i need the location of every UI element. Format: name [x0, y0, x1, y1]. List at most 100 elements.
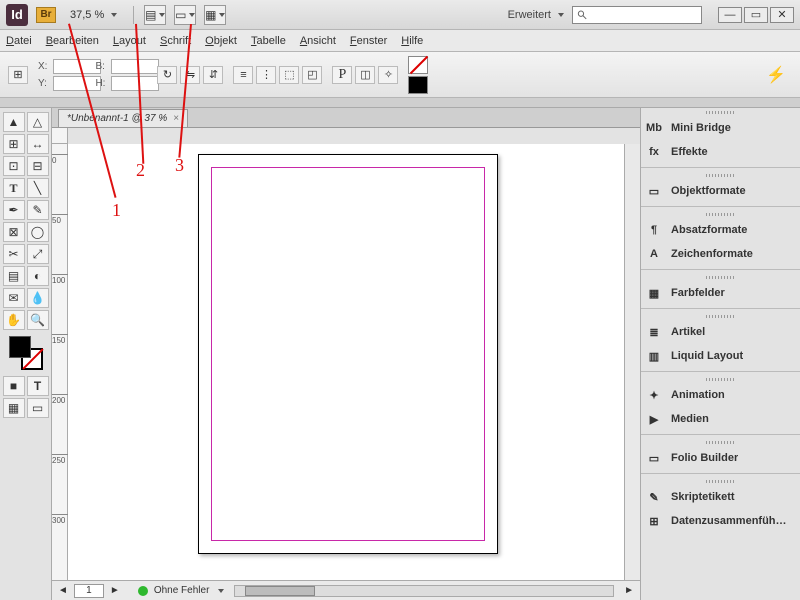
panel-grip[interactable] — [641, 312, 800, 320]
panel-effekte[interactable]: fxEffekte — [641, 140, 800, 164]
panel-grip[interactable] — [641, 210, 800, 218]
distribute-icon[interactable]: ⋮ — [256, 66, 276, 84]
panel-datenzusammen[interactable]: ⊞Datenzusammenfüh… — [641, 509, 800, 533]
panel-grip[interactable] — [641, 108, 800, 116]
content-collector-tool[interactable]: ⊡ — [3, 156, 25, 176]
ruler-origin[interactable] — [52, 128, 68, 144]
rotate-icon[interactable]: ↻ — [157, 66, 177, 84]
panel-objektformate[interactable]: ▭Objektformate — [641, 179, 800, 203]
w-field[interactable] — [111, 59, 159, 74]
rectangle-frame-tool[interactable]: ⊠ — [3, 222, 25, 242]
workspace-switcher[interactable]: Erweitert — [508, 9, 564, 21]
note-tool[interactable]: ✉ — [3, 288, 25, 308]
canvas[interactable] — [68, 144, 624, 580]
p-icon[interactable]: P — [332, 66, 352, 84]
maximize-button[interactable]: ▭ — [744, 7, 768, 23]
chevron-down-icon[interactable] — [218, 589, 224, 593]
content-placer-tool[interactable]: ⊟ — [27, 156, 49, 176]
line-tool[interactable]: ╲ — [27, 178, 49, 198]
panel-absatzformate[interactable]: ¶Absatzformate — [641, 218, 800, 242]
panel-foliobuilder[interactable]: ▭Folio Builder — [641, 446, 800, 470]
panel-minibridge[interactable]: MbMini Bridge — [641, 116, 800, 140]
scroll-right-icon[interactable]: ► — [624, 585, 634, 596]
flip-v-icon[interactable]: ⇵ — [203, 66, 223, 84]
pencil-tool[interactable]: ✎ — [27, 200, 49, 220]
tab-close-icon[interactable]: × — [173, 113, 179, 124]
apply-color-button[interactable]: ■ — [3, 376, 25, 396]
panel-medien[interactable]: ▶Medien — [641, 407, 800, 431]
menu-fenster[interactable]: Fenster — [350, 35, 387, 47]
gradient-feather-tool[interactable]: ◐ — [27, 266, 49, 286]
page-tool[interactable]: ⊞ — [3, 134, 25, 154]
menu-datei[interactable]: Datei — [6, 35, 32, 47]
eyedropper-tool[interactable]: 💧 — [27, 288, 49, 308]
menu-layout[interactable]: Layout — [113, 35, 146, 47]
panel-liquidlayout[interactable]: ▥Liquid Layout — [641, 344, 800, 368]
page-next-icon[interactable]: ► — [110, 585, 120, 596]
page-number-field[interactable]: 1 — [74, 584, 104, 598]
panel-grip[interactable] — [641, 438, 800, 446]
panel-zeichenformate[interactable]: AZeichenformate — [641, 242, 800, 266]
corner-icon[interactable]: ◰ — [302, 66, 322, 84]
collapse-strip[interactable] — [0, 98, 800, 108]
panel-animation[interactable]: ✦Animation — [641, 383, 800, 407]
search-field[interactable] — [592, 9, 697, 20]
panel-artikel[interactable]: ≣Artikel — [641, 320, 800, 344]
fill-stroke-swatch[interactable] — [9, 336, 43, 370]
hand-tool[interactable]: ✋ — [3, 310, 25, 330]
direct-selection-tool[interactable]: △ — [27, 112, 49, 132]
fill-black-icon[interactable] — [408, 76, 428, 94]
preview-button[interactable]: ▭ — [27, 398, 49, 418]
wrap-icon[interactable]: ⬚ — [279, 66, 299, 84]
gradient-swatch-tool[interactable]: ▤ — [3, 266, 25, 286]
search-input[interactable] — [572, 6, 702, 24]
y-field[interactable] — [53, 76, 101, 91]
page[interactable] — [198, 154, 498, 554]
horizontal-scrollbar[interactable] — [234, 585, 614, 597]
scissors-tool[interactable]: ✂ — [3, 244, 25, 264]
page-prev-icon[interactable]: ◄ — [58, 585, 68, 596]
vertical-scrollbar[interactable] — [624, 144, 640, 580]
menu-tabelle[interactable]: Tabelle — [251, 35, 286, 47]
panel-grip[interactable] — [641, 273, 800, 281]
zoom-tool[interactable]: 🔍 — [27, 310, 49, 330]
flip-h-icon[interactable]: ⇋ — [180, 66, 200, 84]
fill-swatch[interactable] — [9, 336, 31, 358]
ellipse-tool[interactable]: ◯ — [27, 222, 49, 242]
panel-grip[interactable] — [641, 477, 800, 485]
screen-mode-button[interactable]: ▭ — [174, 5, 196, 25]
document-tab[interactable]: *Unbenannt-1 @ 37 % × — [58, 109, 188, 127]
free-transform-tool[interactable]: ⤢ — [27, 244, 49, 264]
pathfinder-icon[interactable]: ◫ — [355, 66, 375, 84]
pen-tool[interactable]: ✒ — [3, 200, 25, 220]
gap-tool[interactable]: ↔ — [27, 134, 49, 154]
menu-objekt[interactable]: Objekt — [205, 35, 237, 47]
transform-icon[interactable]: ✧ — [378, 66, 398, 84]
type-tool[interactable]: T — [3, 178, 25, 198]
quick-apply-button[interactable]: ⚡ — [760, 65, 792, 85]
menu-schrift[interactable]: Schrift — [160, 35, 191, 47]
preflight-status-icon[interactable] — [138, 586, 148, 596]
normal-view-button[interactable]: ▦ — [3, 398, 25, 418]
zoom-dropdown[interactable]: 37,5 % — [64, 9, 123, 21]
scrollbar-thumb[interactable] — [245, 586, 315, 596]
panel-skriptetikett[interactable]: ✎Skriptetikett — [641, 485, 800, 509]
panel-farbfelder[interactable]: ▦Farbfelder — [641, 281, 800, 305]
fill-none-icon[interactable] — [408, 56, 428, 74]
bridge-button[interactable]: Br — [36, 7, 56, 23]
menu-ansicht[interactable]: Ansicht — [300, 35, 336, 47]
panel-dock: MbMini BridgefxEffekte ▭Objektformate ¶Abs… — [640, 108, 800, 600]
h-field[interactable] — [111, 76, 159, 91]
arrange-button[interactable]: ▦ — [204, 5, 226, 25]
panel-grip[interactable] — [641, 171, 800, 179]
selection-tool[interactable]: ▲ — [3, 112, 25, 132]
view-options-button[interactable]: ▤ — [144, 5, 166, 25]
align-icon[interactable]: ≡ — [233, 66, 253, 84]
minimize-button[interactable]: — — [718, 7, 742, 23]
apply-none-button[interactable]: T — [27, 376, 49, 396]
close-button[interactable]: ✕ — [770, 7, 794, 23]
vertical-ruler[interactable]: 050100150200250300 — [52, 144, 68, 580]
menu-hilfe[interactable]: Hilfe — [401, 35, 423, 47]
reference-point-icon[interactable]: ⊞ — [8, 66, 28, 84]
panel-grip[interactable] — [641, 375, 800, 383]
